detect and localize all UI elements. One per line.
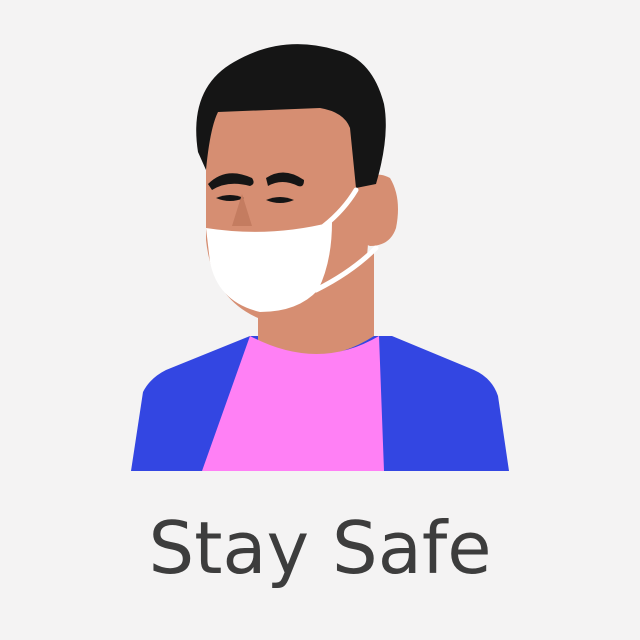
stay-safe-poster: Stay Safe	[0, 0, 640, 640]
caption: Stay Safe	[148, 506, 492, 590]
masked-person-illustration	[131, 44, 509, 471]
